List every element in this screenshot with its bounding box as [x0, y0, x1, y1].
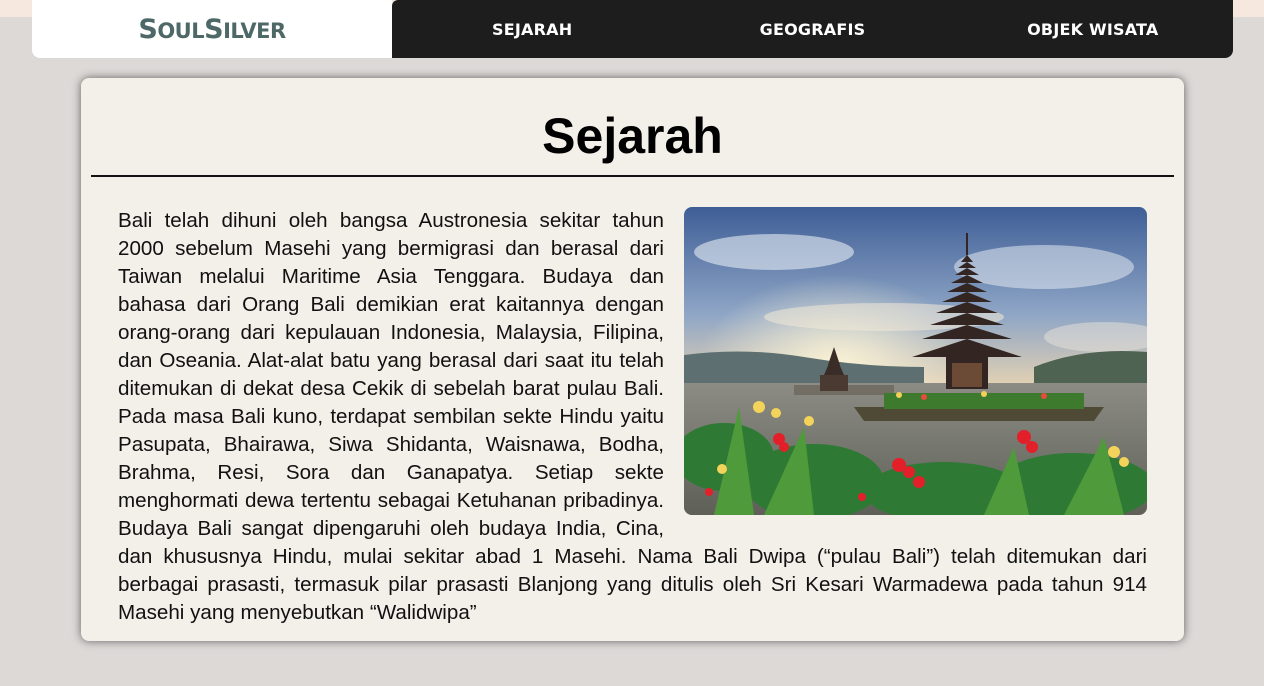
- section-title: Sejarah: [542, 108, 723, 164]
- nav-item-sejarah[interactable]: SEJARAH: [392, 20, 672, 39]
- nav-item-objek-wisata[interactable]: OBJEK WISATA: [953, 20, 1233, 39]
- nav-menu: SEJARAH GEOGRAFIS OBJEK WISATA: [392, 0, 1233, 58]
- nav-item-geografis[interactable]: GEOGRAFIS: [672, 20, 952, 39]
- brand-logo[interactable]: SOULSILVER: [32, 0, 392, 58]
- temple-photo: [684, 207, 1147, 515]
- navbar: SOULSILVER SEJARAH GEOGRAFIS OBJEK WISAT…: [32, 0, 1233, 58]
- content-card: Sejarah Bali telah dihuni oleh bangsa Au…: [81, 78, 1184, 641]
- title-divider: [91, 175, 1174, 177]
- section-content: Bali telah dihuni oleh bangsa Austronesi…: [118, 207, 1147, 627]
- brand-name: SOULSILVER: [138, 13, 286, 45]
